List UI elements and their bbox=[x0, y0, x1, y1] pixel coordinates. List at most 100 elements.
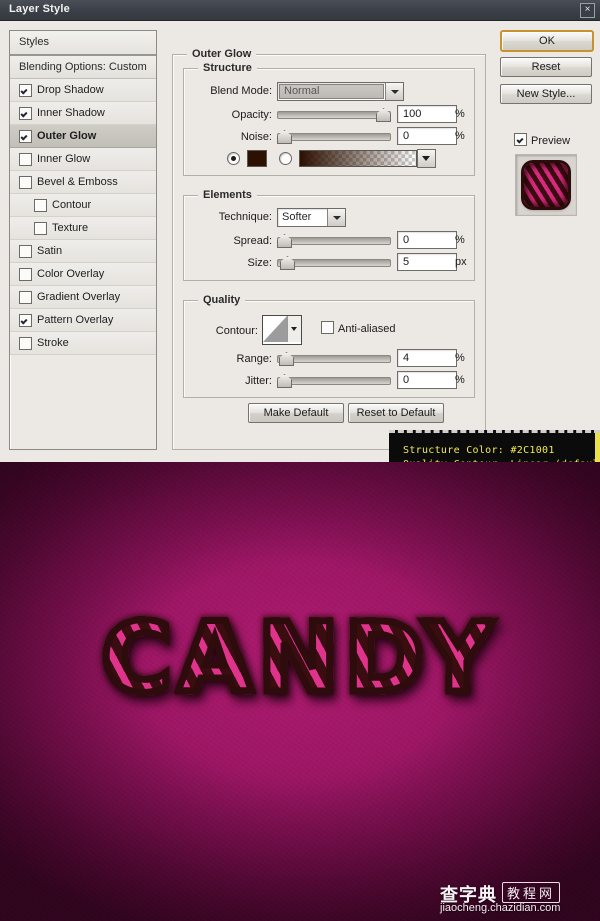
slider-track bbox=[277, 355, 391, 363]
sidebar-header: Styles bbox=[10, 31, 156, 56]
glow-gradient-bar[interactable] bbox=[299, 150, 417, 167]
jitter-label: Jitter: bbox=[245, 375, 272, 387]
sidebar-item-inner-shadow[interactable]: Inner Shadow bbox=[10, 102, 156, 125]
sidebar-item-label: Inner Glow bbox=[37, 153, 91, 165]
opacity-label: Opacity: bbox=[231, 109, 272, 121]
glow-gradient-radio[interactable] bbox=[279, 152, 292, 165]
checkbox-icon[interactable] bbox=[19, 268, 32, 281]
new-style-button[interactable]: New Style... bbox=[500, 84, 592, 104]
sidebar-item-label: Gradient Overlay bbox=[37, 291, 121, 303]
preview-checkbox[interactable]: Preview bbox=[514, 133, 570, 147]
sidebar-item-label: Color Overlay bbox=[37, 268, 105, 280]
technique-value: Softer bbox=[282, 211, 312, 223]
sidebar-item-label: Pattern Overlay bbox=[37, 314, 114, 326]
sidebar-item-contour[interactable]: Contour bbox=[10, 194, 156, 217]
chevron-down-icon bbox=[327, 209, 345, 226]
watermark: 查字典 教程网 jiaocheng.chazidian.com bbox=[440, 881, 592, 915]
reset-button[interactable]: Reset bbox=[500, 57, 592, 77]
contour-preset-picker[interactable] bbox=[262, 315, 302, 345]
window-titlebar: Layer Style × bbox=[0, 0, 600, 21]
opacity-slider[interactable] bbox=[277, 107, 391, 122]
sidebar-item-gradient-overlay[interactable]: Gradient Overlay bbox=[10, 286, 156, 309]
range-input[interactable]: 4 bbox=[397, 349, 457, 367]
sidebar-item-color-overlay[interactable]: Color Overlay bbox=[10, 263, 156, 286]
noise-slider[interactable] bbox=[277, 129, 391, 144]
technique-label: Technique: bbox=[218, 211, 272, 223]
anti-aliased-label: Anti-aliased bbox=[338, 323, 396, 335]
noise-unit: % bbox=[455, 130, 465, 142]
outer-glow-title: Outer Glow bbox=[187, 48, 257, 60]
preview-thumbnail-art bbox=[524, 163, 568, 207]
checkbox-icon[interactable] bbox=[19, 337, 32, 350]
chevron-down-icon bbox=[287, 316, 301, 342]
sidebar-item-bevel-emboss[interactable]: Bevel & Emboss bbox=[10, 171, 156, 194]
opacity-input[interactable]: 100 bbox=[397, 105, 457, 123]
slider-track bbox=[277, 111, 391, 119]
sidebar-item-satin[interactable]: Satin bbox=[10, 240, 156, 263]
jitter-input[interactable]: 0 bbox=[397, 371, 457, 389]
blend-mode-select[interactable]: Normal bbox=[277, 82, 404, 101]
glow-color-radio[interactable] bbox=[227, 152, 240, 165]
checkbox-checked-icon[interactable] bbox=[19, 314, 32, 327]
outer-glow-panel: Outer Glow Structure Blend Mode: Normal … bbox=[172, 48, 486, 450]
sidebar-item-label: Stroke bbox=[37, 337, 69, 349]
checkbox-icon[interactable] bbox=[34, 222, 47, 235]
screenshot-root: Layer Style × Styles Blending Options: C… bbox=[0, 0, 600, 921]
sidebar-item-outer-glow[interactable]: Outer Glow bbox=[10, 125, 156, 148]
preview-thumbnail bbox=[515, 154, 577, 216]
size-unit: px bbox=[455, 256, 467, 268]
sidebar-item-texture[interactable]: Texture bbox=[10, 217, 156, 240]
structure-group: Structure Blend Mode: Normal Opacity: 10… bbox=[183, 62, 475, 176]
checkbox-icon bbox=[321, 321, 334, 334]
make-default-button[interactable]: Make Default bbox=[248, 403, 344, 423]
close-icon[interactable]: × bbox=[580, 3, 595, 18]
checkbox-checked-icon[interactable] bbox=[19, 84, 32, 97]
chevron-down-icon bbox=[385, 83, 403, 100]
checkbox-icon[interactable] bbox=[19, 153, 32, 166]
anti-aliased-checkbox[interactable]: Anti-aliased bbox=[321, 321, 395, 335]
noise-input[interactable]: 0 bbox=[397, 127, 457, 145]
checkbox-icon[interactable] bbox=[34, 199, 47, 212]
blend-mode-value: Normal bbox=[279, 84, 384, 99]
sidebar-item-blending-options[interactable]: Blending Options: Custom bbox=[10, 56, 156, 79]
sidebar-item-label: Inner Shadow bbox=[37, 107, 105, 119]
checkbox-icon[interactable] bbox=[19, 245, 32, 258]
sidebar-item-label: Satin bbox=[37, 245, 63, 257]
artwork-canvas: CANDY CANDY 查字典 教程网 jiaocheng.chazidian.… bbox=[0, 462, 600, 921]
sidebar-item-inner-glow[interactable]: Inner Glow bbox=[10, 148, 156, 171]
size-label: Size: bbox=[247, 257, 272, 269]
size-input[interactable]: 5 bbox=[397, 253, 457, 271]
quality-legend: Quality bbox=[198, 294, 246, 306]
spread-input[interactable]: 0 bbox=[397, 231, 457, 249]
technique-select[interactable]: Softer bbox=[277, 208, 346, 227]
checkbox-icon[interactable] bbox=[19, 176, 32, 189]
watermark-tag: 教程网 bbox=[502, 882, 561, 903]
styles-sidebar: Styles Blending Options: Custom Drop Sha… bbox=[9, 30, 157, 450]
elements-group: Elements Technique: Softer Spread: 0 % S… bbox=[183, 189, 475, 281]
structure-legend: Structure bbox=[198, 62, 257, 74]
reset-to-default-button[interactable]: Reset to Default bbox=[348, 403, 444, 423]
gradient-dropdown-icon[interactable] bbox=[417, 149, 436, 168]
checkbox-icon[interactable] bbox=[19, 291, 32, 304]
range-label: Range: bbox=[236, 353, 272, 365]
range-slider[interactable] bbox=[277, 351, 391, 366]
sidebar-item-label: Texture bbox=[52, 222, 89, 234]
sidebar-item-stroke[interactable]: Stroke bbox=[10, 332, 156, 355]
jitter-unit: % bbox=[455, 374, 465, 386]
spread-slider[interactable] bbox=[277, 233, 391, 248]
sidebar-item-label: Bevel & Emboss bbox=[37, 176, 118, 188]
contour-label: Contour: bbox=[215, 325, 258, 337]
slider-track bbox=[277, 133, 391, 141]
sidebar-item-drop-shadow[interactable]: Drop Shadow bbox=[10, 79, 156, 102]
spread-label: Spread: bbox=[233, 235, 272, 247]
checkbox-checked-icon[interactable] bbox=[19, 107, 32, 120]
size-slider[interactable] bbox=[277, 255, 391, 270]
sidebar-style-list: Drop Shadow Inner Shadow Outer Glow Inner G… bbox=[10, 79, 156, 355]
glow-color-swatch[interactable] bbox=[247, 150, 267, 167]
ok-button[interactable]: OK bbox=[500, 30, 594, 52]
sidebar-item-pattern-overlay[interactable]: Pattern Overlay bbox=[10, 309, 156, 332]
checkbox-checked-icon[interactable] bbox=[19, 130, 32, 143]
checkbox-icon bbox=[514, 133, 527, 146]
jitter-slider[interactable] bbox=[277, 373, 391, 388]
spread-unit: % bbox=[455, 234, 465, 246]
